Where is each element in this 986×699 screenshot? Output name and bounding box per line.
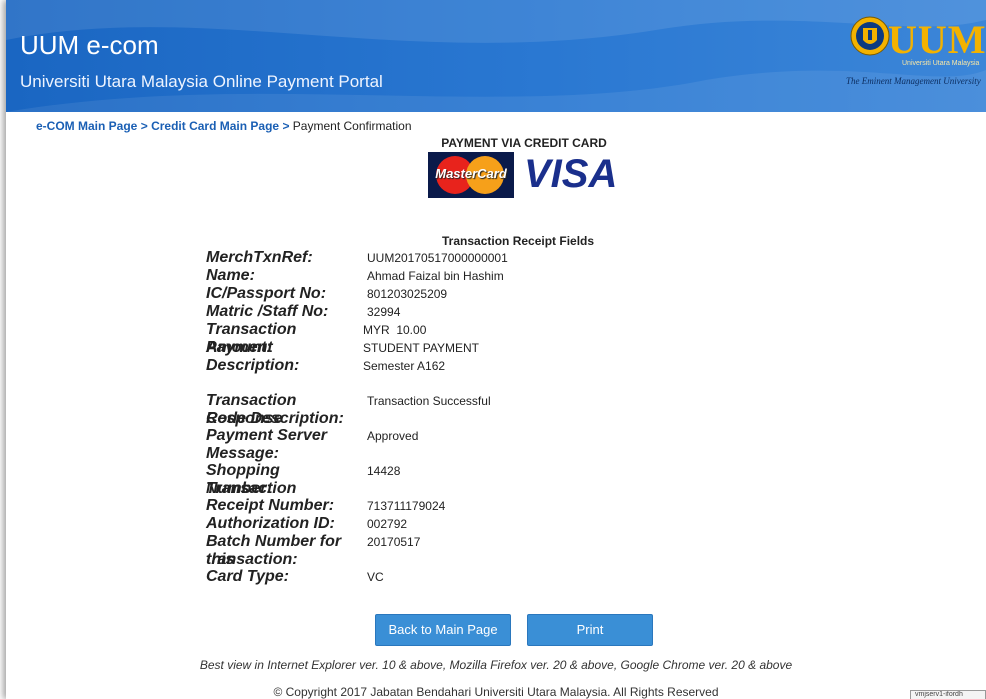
field-value-merchtxnref: UUM20170517000000001 [367, 251, 508, 265]
page-frame: UUM e-com Universiti Utara Malaysia Onli… [6, 0, 986, 699]
copyright-text: © Copyright 2017 Jabatan Bendahari Unive… [273, 685, 719, 699]
field-value-payment-description: STUDENT PAYMENT [363, 341, 480, 355]
breadcrumb-separator: > [282, 119, 290, 133]
breadcrumb-separator: > [140, 119, 148, 133]
field-value-receipt-number: 713711179024 [367, 499, 446, 513]
payment-method-title: PAYMENT VIA CREDIT CARD [441, 136, 607, 150]
logo-tagline: The Eminent Management University [846, 76, 981, 86]
field-value-card-type: VC [367, 570, 384, 584]
logo-wordmark: UUM [888, 17, 986, 62]
field-value-authorization-id: 002792 [367, 517, 408, 531]
site-title: UUM e-com [20, 30, 159, 60]
field-value-ic-passport: 801203025209 [367, 287, 448, 301]
site-subtitle: Universiti Utara Malaysia Online Payment… [20, 72, 383, 91]
field-label-ic-passport: IC/Passport No: [206, 285, 327, 302]
field-label-payment-description: Payment Description: [206, 339, 300, 374]
server-status-box: vmjserv1-ifordh [910, 690, 986, 699]
breadcrumb: e-COM Main Page > Credit Card Main Page … [36, 119, 412, 133]
card-logos: MasterCard VISA [424, 152, 624, 198]
breadcrumb-link-ecom-main[interactable]: e-COM Main Page [36, 119, 137, 133]
field-label-merchtxnref: MerchTxnRef: [206, 249, 313, 266]
field-label-matric-staff: Matric /Staff No: [206, 303, 329, 320]
field-label-name: Name: [206, 267, 255, 284]
mastercard-label: MasterCard [435, 166, 507, 181]
field-value-payment-description-line2: Semester A162 [363, 359, 446, 373]
field-label-payment-server-line2: Message: [206, 445, 279, 462]
visa-logo: VISA [524, 152, 618, 196]
field-value-shopping-transaction: 14428 [367, 464, 401, 478]
logo-subtext: Universiti Utara Malaysia [902, 60, 980, 67]
field-value-transaction-amount: MYR 10.00 [363, 323, 427, 337]
field-label-batch-number-line2: transaction: [206, 551, 298, 568]
site-header: UUM e-com Universiti Utara Malaysia Onli… [6, 0, 986, 112]
breadcrumb-current: Payment Confirmation [292, 119, 412, 133]
field-label-card-type: Card Type: [206, 568, 289, 585]
mastercard-logo: MasterCard [428, 152, 514, 198]
field-label-receipt-number: Receipt Number: [206, 497, 335, 514]
receipt-title: Transaction Receipt Fields [442, 234, 595, 248]
browser-compatibility-note: Best view in Internet Explorer ver. 10 &… [199, 658, 793, 672]
field-label-response-code-line2: Code Description: [206, 410, 344, 427]
print-button[interactable]: Print [527, 614, 653, 646]
field-value-response-code: Transaction Successful [367, 394, 491, 408]
field-label-payment-server: Payment Server [206, 427, 327, 444]
field-value-matric-staff: 32994 [367, 305, 401, 319]
field-value-payment-server: Approved [367, 429, 419, 443]
field-label-authorization-id: Authorization ID: [206, 515, 335, 532]
field-value-batch-number: 20170517 [367, 535, 421, 549]
breadcrumb-link-credit-card-main[interactable]: Credit Card Main Page [151, 119, 279, 133]
crest-icon [850, 16, 890, 56]
field-label-shopping-transaction-line2: Number: [206, 480, 272, 497]
field-value-name: Ahmad Faizal bin Hashim [367, 269, 504, 283]
uum-logo: UUM Universiti Utara Malaysia The Eminen… [846, 16, 986, 100]
back-to-main-page-button[interactable]: Back to Main Page [375, 614, 511, 646]
